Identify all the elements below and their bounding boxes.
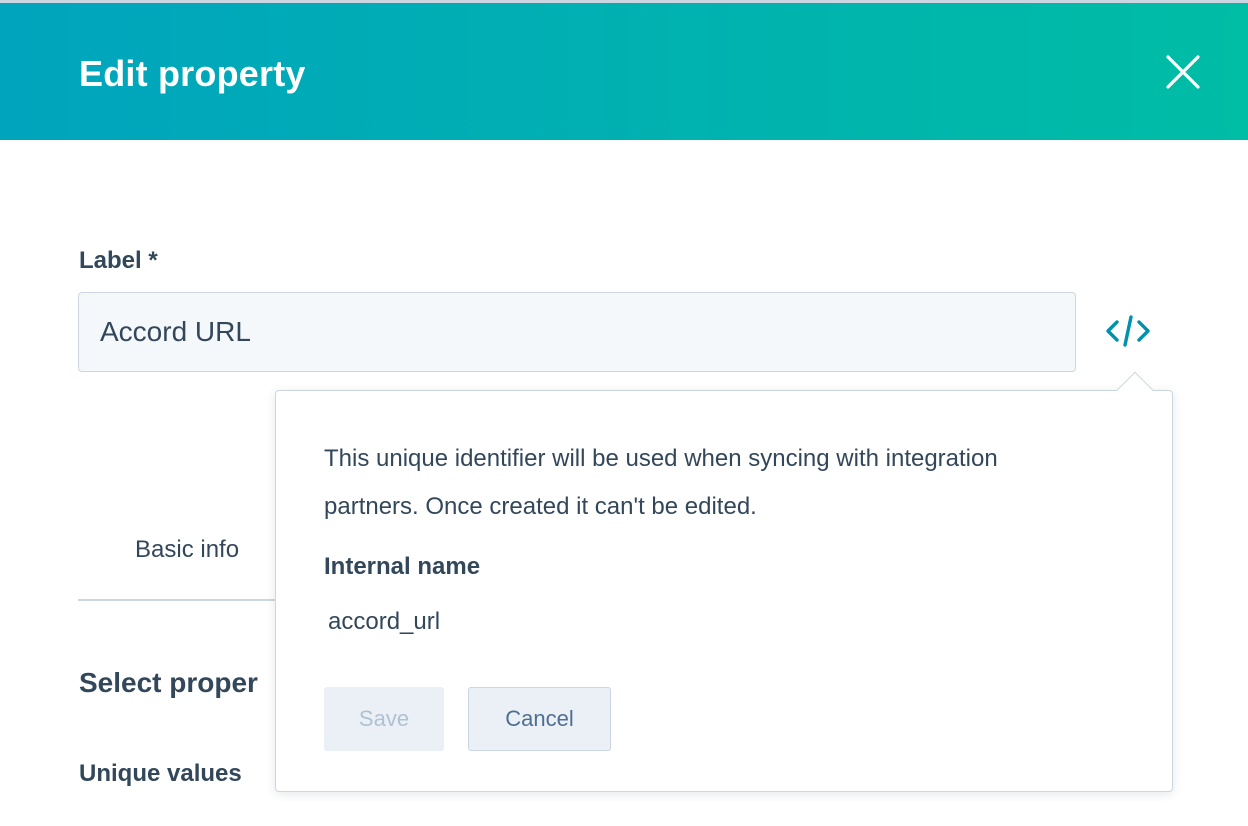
- popover-description: This unique identifier will be used when…: [324, 445, 998, 520]
- internal-name-value: accord_url: [328, 608, 441, 635]
- internal-name-toggle-button[interactable]: [1104, 313, 1152, 349]
- tab-basic-info[interactable]: Basic info: [135, 536, 239, 564]
- cancel-button[interactable]: Cancel: [468, 687, 611, 751]
- code-icon: [1106, 315, 1150, 347]
- tabs-divider: [78, 599, 278, 601]
- label-input[interactable]: [78, 292, 1076, 372]
- unique-values-label: Unique values: [79, 760, 242, 787]
- modal-header: Edit property: [0, 3, 1248, 140]
- modal-title: Edit property: [79, 53, 306, 94]
- select-property-heading: Select proper: [79, 667, 258, 698]
- label-field-label: Label *: [79, 247, 158, 274]
- save-button[interactable]: Save: [324, 687, 444, 751]
- internal-name-label: Internal name: [324, 553, 481, 580]
- close-icon: [1166, 55, 1200, 89]
- internal-name-popover: This unique identifier will be used when…: [275, 371, 1173, 792]
- close-button[interactable]: [1162, 51, 1204, 93]
- popover-arrow: [1116, 371, 1154, 409]
